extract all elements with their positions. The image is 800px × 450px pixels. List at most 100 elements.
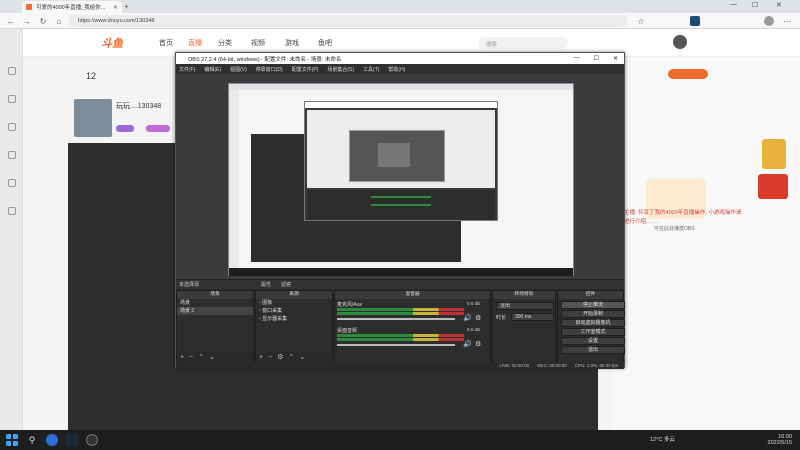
clock[interactable]: 16:00 2022/5/15 — [746, 434, 792, 446]
studio-mode-button[interactable]: 工作室模式 — [561, 328, 625, 336]
settings-button[interactable]: 设置 — [561, 337, 625, 345]
virtual-camera-button[interactable]: 启动虚拟摄像机 — [561, 319, 625, 327]
mic-gear-icon[interactable]: ⚙ — [475, 314, 481, 322]
close-window-icon[interactable]: ✕ — [776, 1, 782, 9]
weather[interactable]: 12°C 多云 — [650, 437, 675, 443]
rail-game[interactable] — [2, 149, 21, 173]
video-rail-icon — [7, 179, 16, 187]
move-up-icon[interactable]: ⌃ — [198, 354, 204, 361]
streamer-avatar[interactable] — [74, 99, 112, 137]
capture-taskbar — [229, 268, 573, 276]
menu-edit[interactable]: 编辑(E) — [204, 66, 221, 73]
douyu-logo[interactable]: 斗鱼 — [101, 35, 123, 51]
rail-video[interactable] — [2, 177, 21, 201]
nav-home[interactable]: 首页 — [159, 38, 173, 48]
rail-home[interactable] — [2, 65, 21, 89]
properties-button[interactable]: 属性 — [261, 281, 271, 288]
obs-preview[interactable] — [176, 74, 624, 279]
nav-category[interactable]: 分类 — [218, 38, 232, 48]
profile-avatar[interactable] — [764, 16, 774, 26]
duration-input[interactable]: 300 ms — [511, 313, 554, 321]
more-menu-icon[interactable]: ⋯ — [782, 16, 792, 26]
transition-select[interactable]: 淡出 — [496, 302, 554, 310]
right-column — [612, 57, 800, 430]
source-settings-icon[interactable]: ⚙ — [277, 354, 283, 361]
menu-tools[interactable]: 工具(T) — [363, 66, 379, 73]
menu-profile[interactable]: 配置文件(P) — [292, 66, 319, 73]
forward-icon[interactable]: → — [22, 16, 32, 26]
promo-button[interactable] — [668, 69, 708, 79]
cpu-status: CPU: 1.0%, 60.00 fps — [574, 363, 618, 368]
stop-stream-button[interactable]: 停止推流 — [561, 301, 625, 309]
scene-item[interactable]: 场景 — [177, 299, 253, 307]
heart-rail-icon — [7, 95, 16, 103]
nav-fishbar[interactable]: 鱼吧 — [318, 38, 332, 48]
edge-icon[interactable] — [46, 434, 58, 446]
url-input[interactable]: https://www.douyu.com/130348 — [68, 15, 628, 27]
extension-icon[interactable] — [690, 16, 700, 26]
add-source-icon[interactable]: + — [259, 354, 263, 361]
mic-speaker-icon[interactable]: 🔊 — [463, 314, 472, 322]
streamer-name[interactable]: 玩玩....130348 — [116, 101, 161, 111]
add-scene-icon[interactable]: + — [180, 354, 184, 361]
activity-badge[interactable] — [762, 139, 786, 169]
home-rail-icon — [7, 67, 16, 75]
controls-header: 控件 — [558, 291, 623, 299]
rail-category[interactable] — [2, 121, 21, 145]
obs-taskbar-icon[interactable] — [86, 434, 98, 446]
home-icon[interactable]: ⌂ — [54, 16, 64, 26]
remove-source-icon[interactable]: − — [268, 354, 272, 361]
capture2-meter-b — [371, 204, 431, 206]
desktop-audio-label: 桌面音频 — [337, 328, 358, 334]
star-icon[interactable]: ☆ — [636, 16, 646, 26]
more-rail-icon — [7, 207, 16, 215]
desktop-speaker-icon[interactable]: 🔊 — [463, 340, 472, 348]
desktop-volume-slider[interactable] — [337, 344, 455, 346]
menu-file[interactable]: 文件(F) — [179, 66, 195, 73]
back-icon[interactable]: ← — [6, 16, 16, 26]
nav-game[interactable]: 游戏 — [285, 38, 299, 48]
douyu-search-input[interactable]: 搜索 — [478, 37, 568, 49]
obs-minimize-icon[interactable]: — — [574, 55, 580, 62]
menu-scene-collection[interactable]: 场景集合(S) — [327, 66, 354, 73]
source-item[interactable]: ▫ 窗口采集 — [256, 307, 332, 315]
nav-video[interactable]: 视频 — [251, 38, 265, 48]
remove-scene-icon[interactable]: − — [189, 354, 193, 361]
maximize-icon[interactable]: ☐ — [752, 1, 758, 9]
minimize-icon[interactable]: — — [730, 1, 737, 8]
obs-close-icon[interactable]: ✕ — [613, 55, 618, 62]
source-item[interactable]: ▫ 显示器采集 — [256, 315, 332, 323]
scene-item[interactable]: 场景 2 — [177, 307, 253, 315]
nav-live[interactable]: 直播 — [188, 38, 202, 48]
start-recording-button[interactable]: 开始录制 — [561, 310, 625, 318]
steam-icon[interactable] — [66, 434, 78, 446]
left-rail — [0, 29, 23, 430]
obs-maximize-icon[interactable]: ☐ — [594, 55, 599, 62]
user-avatar[interactable] — [673, 35, 687, 49]
source-item[interactable]: ▫ 图像 — [256, 299, 332, 307]
search-icon[interactable]: ⚲ — [26, 434, 38, 446]
exit-button[interactable]: 退出 — [561, 346, 625, 354]
desktop-gear-icon[interactable]: ⚙ — [475, 340, 481, 348]
start-icon[interactable] — [6, 434, 18, 446]
red-packet[interactable] — [758, 174, 788, 199]
preview-capture-level4 — [378, 143, 410, 167]
menu-view[interactable]: 视图(V) — [230, 66, 247, 73]
rail-follow[interactable] — [2, 93, 21, 117]
rail-more[interactable] — [2, 205, 21, 229]
move-down-icon[interactable]: ⌄ — [209, 354, 215, 361]
tab-close-icon[interactable]: ✕ — [113, 4, 118, 11]
menu-docks[interactable]: 停靠窗口(D) — [256, 66, 283, 73]
mixer-header: 混音器 — [335, 291, 490, 299]
mic-meter-2 — [337, 312, 464, 315]
source-down-icon[interactable]: ⌄ — [299, 354, 305, 361]
menu-help[interactable]: 帮助(H) — [388, 66, 405, 73]
source-label: 显示器采集 — [262, 316, 288, 322]
new-tab-button[interactable]: + — [124, 2, 129, 11]
filters-button[interactable]: 滤镜 — [281, 281, 291, 288]
refresh-icon[interactable]: ↻ — [38, 16, 48, 26]
scenes-header: 场景 — [177, 291, 253, 299]
mic-volume-slider[interactable] — [337, 318, 455, 320]
browser-tab[interactable]: 可爱的4000年直播_我给你... ✕ — [22, 1, 122, 13]
source-up-icon[interactable]: ⌃ — [288, 354, 294, 361]
